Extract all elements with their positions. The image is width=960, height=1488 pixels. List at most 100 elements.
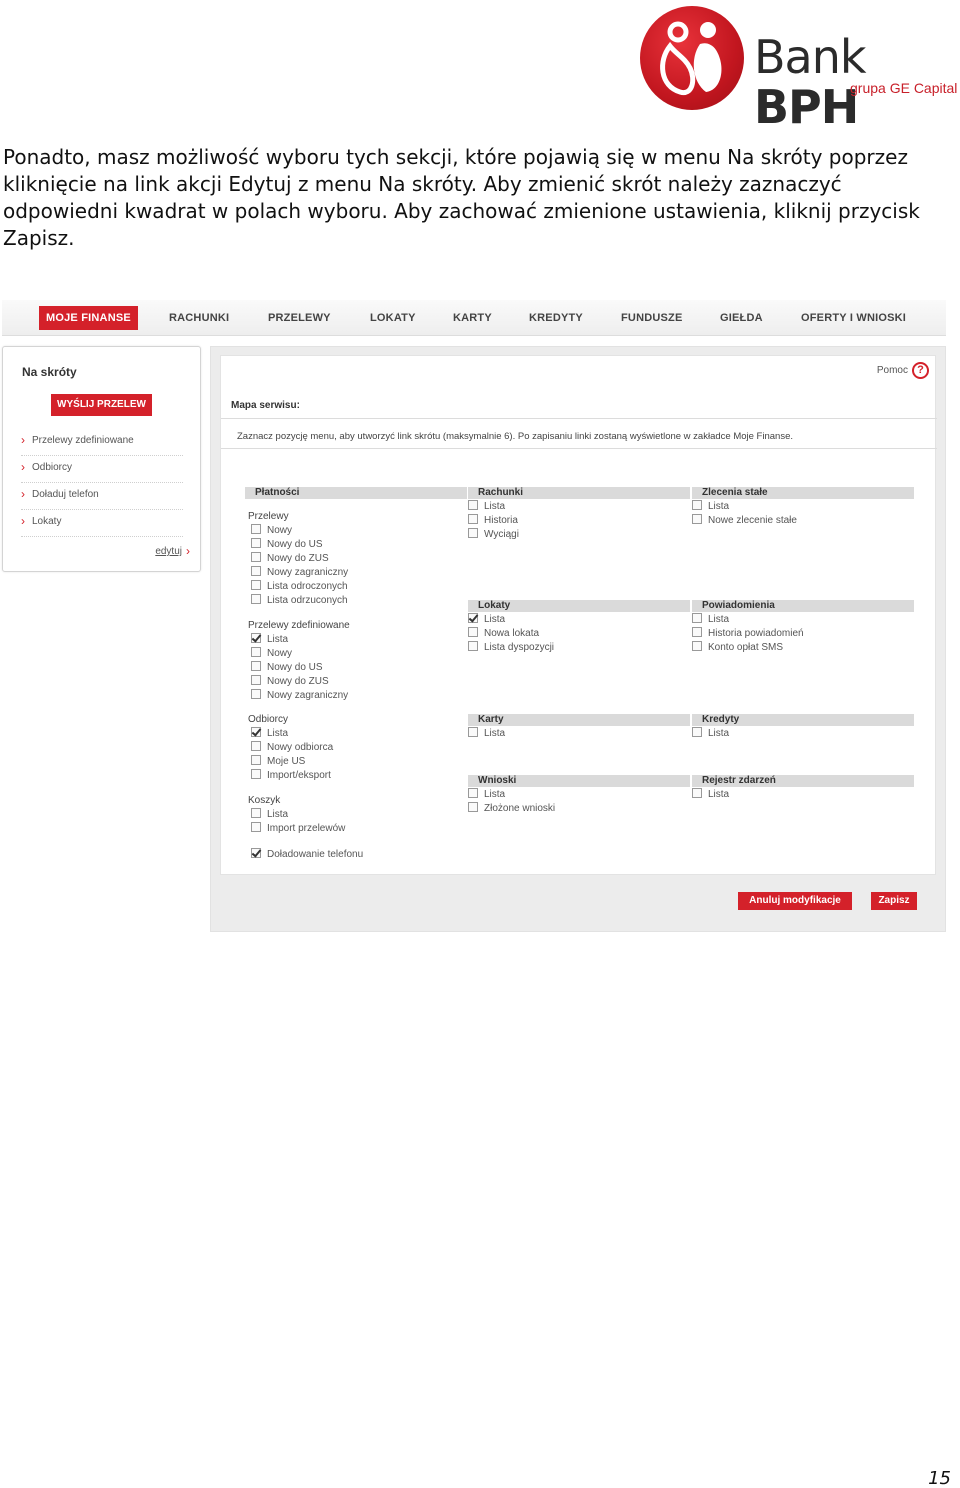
checkbox[interactable]	[251, 524, 261, 534]
help-link[interactable]: Pomoc?	[877, 362, 929, 379]
checkbox[interactable]	[692, 641, 702, 651]
sidebar-item-lokaty[interactable]: Lokaty	[21, 509, 183, 537]
checkbox-row[interactable]: Historia powiadomień	[692, 627, 804, 640]
checkbox-row[interactable]: Lista	[468, 788, 505, 801]
checkbox-row[interactable]: Lista	[468, 727, 505, 740]
checkbox-row[interactable]: Lista	[251, 633, 288, 646]
checkbox[interactable]	[251, 538, 261, 548]
checkbox[interactable]	[251, 808, 261, 818]
section-header-zlecenia-stale: Zlecenia stałe	[692, 487, 914, 499]
checkbox-row[interactable]: Moje US	[251, 755, 305, 768]
checkbox[interactable]	[692, 514, 702, 524]
checkbox-checked[interactable]	[468, 613, 478, 623]
logo-subtitle: grupa GE Capital	[850, 80, 958, 96]
checkbox[interactable]	[468, 788, 478, 798]
chevron-right-icon: ›	[186, 544, 190, 558]
checkbox-row[interactable]: Nowe zlecenie stałe	[692, 514, 797, 527]
checkbox[interactable]	[692, 627, 702, 637]
checkbox[interactable]	[468, 528, 478, 538]
group-title-przelewy: Przelewy	[248, 511, 289, 522]
sidebar-item-odbiorcy[interactable]: Odbiorcy	[21, 455, 183, 483]
checkbox[interactable]	[468, 514, 478, 524]
section-header-lokaty: Lokaty	[468, 600, 690, 612]
checkbox[interactable]	[468, 500, 478, 510]
checkbox[interactable]	[692, 788, 702, 798]
checkbox-row[interactable]: Złożone wnioski	[468, 802, 555, 815]
checkbox[interactable]	[251, 566, 261, 576]
nav-moje-finanse[interactable]: MOJE FINANSE	[39, 306, 138, 330]
checkbox-row[interactable]: Nowa lokata	[468, 627, 539, 640]
nav-fundusze[interactable]: FUNDUSZE	[621, 306, 683, 330]
nav-lokaty[interactable]: LOKATY	[370, 306, 416, 330]
group-title-koszyk: Koszyk	[248, 795, 281, 806]
checkbox[interactable]	[251, 661, 261, 671]
checkbox-row[interactable]: Nowy zagraniczny	[251, 689, 348, 702]
nav-oferty-i-wnioski[interactable]: OFERTY I WNIOSKI	[801, 306, 906, 330]
checkbox-checked[interactable]	[251, 848, 261, 858]
instructions-text: Zaznacz pozycję menu, aby utworzyć link …	[237, 431, 793, 442]
checkbox-checked[interactable]	[251, 727, 261, 737]
checkbox-row[interactable]: Nowy	[251, 647, 292, 660]
checkbox-row[interactable]: Nowy odbiorca	[251, 741, 333, 754]
checkbox-row[interactable]: Nowy do US	[251, 538, 323, 551]
checkbox[interactable]	[468, 627, 478, 637]
checkbox-row[interactable]: Nowy	[251, 524, 292, 537]
nav-rachunki[interactable]: RACHUNKI	[169, 306, 229, 330]
checkbox[interactable]	[251, 755, 261, 765]
send-transfer-button[interactable]: WYŚLIJ PRZELEW	[51, 394, 152, 416]
checkbox-row[interactable]: Lista	[468, 613, 505, 626]
checkbox[interactable]	[692, 500, 702, 510]
nav-przelewy[interactable]: PRZELEWY	[268, 306, 331, 330]
edit-shortcuts-link[interactable]: edytuj	[155, 546, 182, 557]
section-header-kredyty: Kredyty	[692, 714, 914, 726]
checkbox-row[interactable]: Import przelewów	[251, 822, 345, 835]
checkbox-row[interactable]: Nowy zagraniczny	[251, 566, 348, 579]
save-button[interactable]: Zapisz	[871, 892, 917, 910]
checkbox-row[interactable]: Lista	[251, 727, 288, 740]
checkbox-row[interactable]: Lista	[251, 808, 288, 821]
checkbox-row[interactable]: Konto opłat SMS	[692, 641, 783, 654]
section-header-wnioski: Wnioski	[468, 775, 690, 787]
checkbox-row[interactable]: Doładowanie telefonu	[251, 848, 363, 861]
cancel-modifications-button[interactable]: Anuluj modyfikacje	[738, 892, 852, 910]
checkbox-row[interactable]: Lista	[692, 788, 729, 801]
shortcut-list: Przelewy zdefiniowane Odbiorcy Doładuj t…	[21, 428, 183, 537]
checkbox[interactable]	[251, 552, 261, 562]
checkbox[interactable]	[468, 727, 478, 737]
checkbox[interactable]	[251, 741, 261, 751]
checkbox-row[interactable]: Lista	[468, 500, 505, 513]
checkbox-row[interactable]: Lista dyspozycji	[468, 641, 554, 654]
nav-gielda[interactable]: GIEŁDA	[720, 306, 763, 330]
checkbox-row[interactable]: Nowy do US	[251, 661, 323, 674]
nav-karty[interactable]: KARTY	[453, 306, 492, 330]
checkbox[interactable]	[251, 647, 261, 657]
nav-kredyty[interactable]: KREDYTY	[529, 306, 583, 330]
checkbox-row[interactable]: Nowy do ZUS	[251, 552, 329, 565]
checkbox[interactable]	[251, 769, 261, 779]
section-header-rachunki: Rachunki	[468, 487, 690, 499]
checkbox-row[interactable]: Import/eksport	[251, 769, 331, 782]
divider	[221, 448, 937, 449]
checkbox[interactable]	[251, 594, 261, 604]
checkbox-checked[interactable]	[251, 633, 261, 643]
sidebar-item-przelewy-zdefiniowane[interactable]: Przelewy zdefiniowane	[21, 428, 183, 456]
checkbox-row[interactable]: Lista odrzuconych	[251, 594, 348, 607]
checkbox[interactable]	[251, 580, 261, 590]
sidebar-item-doladuj-telefon[interactable]: Doładuj telefon	[21, 482, 183, 510]
checkbox[interactable]	[692, 727, 702, 737]
checkbox-row[interactable]: Wyciągi	[468, 528, 519, 541]
checkbox-row[interactable]: Nowy do ZUS	[251, 675, 329, 688]
checkbox[interactable]	[468, 641, 478, 651]
checkbox[interactable]	[251, 822, 261, 832]
checkbox-row[interactable]: Lista	[692, 727, 729, 740]
checkbox-row[interactable]: Lista odroczonych	[251, 580, 348, 593]
checkbox[interactable]	[468, 802, 478, 812]
sidebar-title: Na skróty	[22, 365, 77, 379]
checkbox[interactable]	[692, 613, 702, 623]
checkbox-row[interactable]: Historia	[468, 514, 518, 527]
checkbox[interactable]	[251, 689, 261, 699]
checkbox-row[interactable]: Lista	[692, 613, 729, 626]
checkbox-row[interactable]: Lista	[692, 500, 729, 513]
help-icon: ?	[912, 362, 929, 379]
checkbox[interactable]	[251, 675, 261, 685]
